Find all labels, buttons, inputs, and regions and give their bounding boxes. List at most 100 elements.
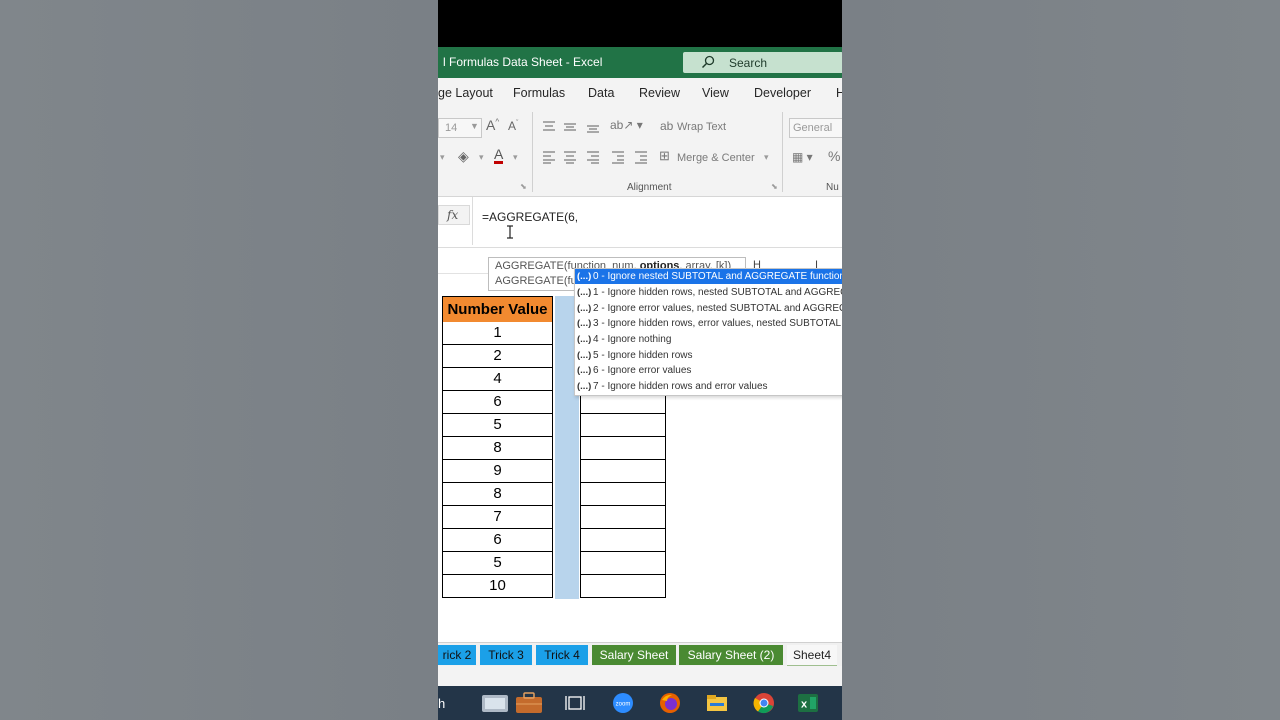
result-cell[interactable] — [580, 460, 666, 483]
tab-developer[interactable]: Developer — [754, 86, 811, 100]
merge-icon: ⊞ — [659, 148, 670, 163]
file-explorer-icon[interactable] — [705, 692, 729, 714]
table-cell[interactable]: 7 — [442, 506, 553, 529]
vertical-align-icons[interactable] — [542, 120, 602, 134]
table-cell[interactable]: 8 — [442, 483, 553, 506]
option-icon: (...) — [577, 365, 592, 376]
font-color-icon[interactable]: A — [494, 147, 504, 164]
zoom-icon[interactable]: zoom — [611, 692, 635, 714]
option-item-1[interactable]: (...) 1 - Ignore hidden rows, nested SUB… — [575, 285, 842, 300]
table-cell[interactable]: 8 — [442, 437, 553, 460]
tab-review[interactable]: Review — [639, 86, 680, 100]
sheet-tab-sheet4[interactable]: Sheet4 — [787, 645, 837, 667]
windows-taskbar: h zoom x — [438, 686, 842, 720]
borders-chevron-icon[interactable]: ▾ — [440, 152, 445, 163]
chrome-icon[interactable] — [752, 692, 776, 714]
sheet-tab-trick-2[interactable]: rick 2 — [438, 645, 476, 665]
fill-chevron-icon[interactable]: ▾ — [479, 152, 484, 163]
tab-help[interactable]: H — [836, 86, 842, 100]
option-icon: (...) — [577, 318, 592, 329]
tab-page-layout[interactable]: ge Layout — [438, 86, 493, 100]
orientation-icon[interactable]: ab↗ ▾ — [610, 118, 643, 132]
decrease-font-icon[interactable]: Aˇ — [508, 119, 518, 133]
top-black-bar — [438, 0, 842, 47]
result-cell[interactable] — [580, 506, 666, 529]
sheet-tab-salary-sheet[interactable]: Salary Sheet — [592, 645, 676, 665]
tab-data[interactable]: Data — [588, 86, 614, 100]
result-cell[interactable] — [580, 437, 666, 460]
tab-formulas[interactable]: Formulas — [513, 86, 565, 100]
task-view-icon[interactable] — [563, 692, 587, 714]
alignment-group-label: Alignment — [627, 182, 672, 193]
video-background-left — [0, 0, 438, 720]
option-icon: (...) — [577, 350, 592, 361]
option-icon: (...) — [577, 271, 592, 282]
options-autocomplete-list[interactable]: (...) 0 - Ignore nested SUBTOTAL and AGG… — [574, 268, 842, 396]
sheet-tab-salary-sheet-2[interactable]: Salary Sheet (2) — [679, 645, 783, 665]
table-cell[interactable]: 6 — [442, 391, 553, 414]
option-item-7[interactable]: (...) 7 - Ignore hidden rows and error v… — [575, 379, 842, 394]
firefox-icon[interactable] — [658, 692, 682, 714]
table-cell[interactable]: 10 — [442, 575, 553, 598]
task-view-thumbnail-icon[interactable] — [480, 692, 546, 714]
table-cell[interactable]: 6 — [442, 529, 553, 552]
number-value-header[interactable]: Number Value — [442, 296, 553, 323]
option-icon: (...) — [577, 334, 592, 345]
title-bar: l Formulas Data Sheet - Excel Search — [438, 47, 842, 78]
ribbon-tabs: ge Layout Formulas Data Review View Deve… — [438, 78, 842, 108]
fx-button[interactable]: fx — [438, 205, 470, 225]
merge-center-button[interactable]: Merge & Center — [677, 152, 755, 164]
result-cell[interactable] — [580, 529, 666, 552]
table-cell[interactable]: 9 — [442, 460, 553, 483]
table-cell[interactable]: 5 — [442, 552, 553, 575]
wrap-text-button[interactable]: Wrap Text — [677, 121, 726, 133]
svg-text:x: x — [801, 699, 808, 711]
result-cell[interactable] — [580, 575, 666, 598]
ribbon-separator — [782, 112, 783, 192]
search-label: Search — [729, 56, 768, 70]
sheet-tab-trick-3[interactable]: Trick 3 — [480, 645, 532, 665]
option-item-4[interactable]: (...) 4 - Ignore nothing — [575, 332, 842, 347]
option-item-5[interactable]: (...) 5 - Ignore hidden rows — [575, 348, 842, 363]
window-title: l Formulas Data Sheet - Excel — [443, 55, 603, 69]
tab-view[interactable]: View — [702, 86, 729, 100]
formula-text: =AGGREGATE(6, — [482, 210, 579, 224]
font-size-dropdown[interactable]: 14 ▼ — [438, 118, 482, 138]
option-icon: (...) — [577, 287, 592, 298]
font-dialog-launcher-icon[interactable]: ⬊ — [520, 182, 527, 191]
excel-icon[interactable]: x — [796, 692, 820, 714]
signature-line-2: AGGREGATE(fur — [495, 275, 581, 287]
option-item-6[interactable]: (...) 6 - Ignore error values — [575, 363, 842, 378]
video-background-right — [842, 0, 1280, 720]
merge-chevron-icon[interactable]: ▾ — [764, 152, 769, 163]
table-cell[interactable]: 2 — [442, 345, 553, 368]
number-format-value: General — [793, 122, 833, 134]
result-cell[interactable] — [580, 552, 666, 575]
svg-text:zoom: zoom — [616, 702, 631, 708]
status-bar — [438, 666, 842, 686]
result-cell[interactable] — [580, 483, 666, 506]
formula-input[interactable]: =AGGREGATE(6, — [472, 197, 842, 245]
text-cursor-icon — [507, 225, 513, 239]
sheet-tab-trick-4[interactable]: Trick 4 — [536, 645, 588, 665]
option-icon: (...) — [577, 381, 592, 392]
increase-font-icon[interactable]: A^ — [486, 117, 499, 133]
font-color-chevron-icon[interactable]: ▾ — [513, 152, 518, 163]
chevron-down-icon: ▼ — [470, 121, 479, 131]
option-item-2[interactable]: (...) 2 - Ignore error values, nested SU… — [575, 301, 842, 316]
percent-button[interactable]: % — [828, 148, 840, 164]
table-cell[interactable]: 1 — [442, 322, 553, 345]
taskbar-search-fragment: h — [438, 696, 446, 711]
number-format-dropdown[interactable]: General — [789, 118, 842, 138]
search-box[interactable]: Search — [683, 52, 842, 73]
fx-icon: fx — [447, 208, 459, 222]
alignment-dialog-launcher-icon[interactable]: ⬊ — [771, 182, 778, 191]
accounting-icon[interactable]: ▦ ▾ — [792, 150, 813, 164]
table-cell[interactable]: 5 — [442, 414, 553, 437]
table-cell[interactable]: 4 — [442, 368, 553, 391]
fill-color-icon[interactable]: ◈ — [458, 148, 469, 165]
horizontal-align-icons[interactable] — [542, 150, 652, 164]
option-item-3[interactable]: (...) 3 - Ignore hidden rows, error valu… — [575, 316, 842, 331]
result-cell[interactable] — [580, 414, 666, 437]
option-item-0[interactable]: (...) 0 - Ignore nested SUBTOTAL and AGG… — [575, 269, 842, 284]
